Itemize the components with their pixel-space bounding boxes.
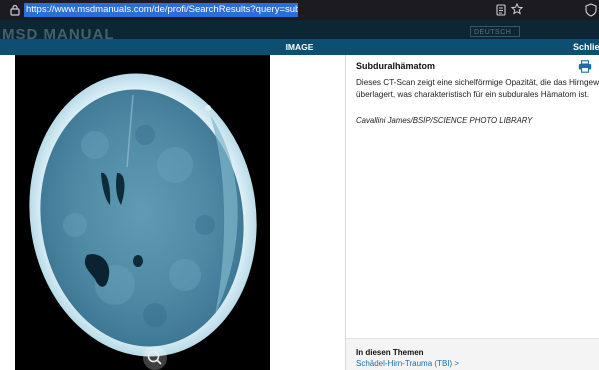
site-header: MSD MANUAL DEUTSCH: [0, 20, 599, 39]
caption-text-line: überlagert, was charakteristisch für ein…: [356, 89, 589, 99]
language-selector[interactable]: DEUTSCH: [470, 26, 520, 37]
print-icon[interactable]: [578, 60, 592, 73]
caption-title: Subduralhämatom: [356, 61, 436, 71]
related-topics: In diesen Themen Schädel-Hirn-Trauma (TB…: [346, 338, 599, 370]
zoom-icon[interactable]: [142, 345, 168, 370]
url-field[interactable]: https://www.msdmanuals.com/de/profi/Sear…: [24, 3, 298, 17]
close-button[interactable]: Schlie: [573, 39, 599, 55]
bookmark-star-icon[interactable]: [511, 3, 523, 15]
related-topic-link[interactable]: Schädel-Hirn-Trauma (TBI) >: [356, 359, 459, 368]
reader-mode-icon[interactable]: [496, 4, 506, 16]
image-credit: Cavallini James/BSIP/SCIENCE PHOTO LIBRA…: [356, 116, 533, 125]
related-heading: In diesen Themen: [356, 348, 424, 357]
caption-text-line: Dieses CT-Scan zeigt eine sichelförmige …: [356, 78, 599, 87]
caption-panel: Subduralhämatom Dieses CT-Scan zeigt ein…: [346, 55, 599, 370]
site-logo: MSD MANUAL: [2, 26, 115, 39]
lock-icon[interactable]: [10, 4, 20, 16]
caption-text: Dieses CT-Scan zeigt eine sichelförmige …: [356, 77, 599, 100]
modal-title: IMAGE: [285, 42, 314, 52]
shield-icon[interactable]: [585, 3, 597, 17]
ct-scan-image[interactable]: [15, 55, 270, 370]
modal-titlebar: IMAGE Schlie: [0, 39, 599, 55]
image-panel: [0, 55, 345, 370]
browser-toolbar: https://www.msdmanuals.com/de/profi/Sear…: [0, 0, 599, 20]
